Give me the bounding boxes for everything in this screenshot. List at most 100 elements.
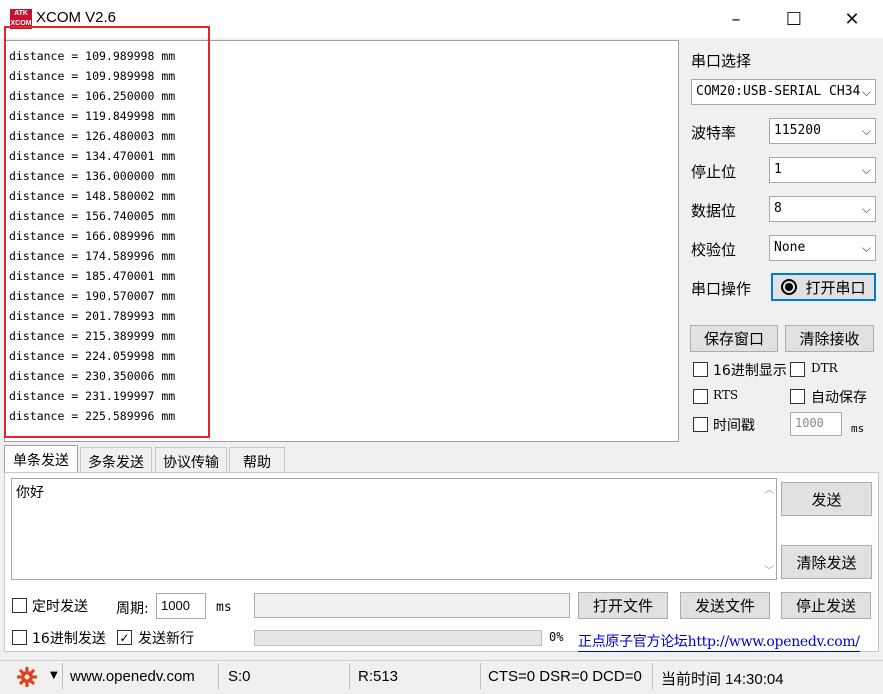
receive-line: distance = 174.589996 mm (9, 249, 176, 263)
baud-label: 波特率 (691, 124, 737, 142)
receive-line: distance = 106.250000 mm (9, 89, 176, 103)
status-divider (62, 663, 63, 689)
chevron-down-icon: ⌵ (861, 85, 871, 99)
send-progress-bar (254, 630, 542, 646)
clear-send-button[interactable]: 清除发送 (781, 545, 872, 579)
receive-area[interactable]: distance = 109.989998 mm distance = 109.9… (4, 40, 679, 442)
stop-send-button[interactable]: 停止发送 (781, 592, 871, 619)
auto-save-checkbox[interactable] (790, 389, 805, 404)
file-path-field[interactable] (254, 593, 570, 618)
maximize-button[interactable]: ☐ (765, 0, 823, 38)
baud-value: 115200 (774, 123, 821, 138)
status-sent: S:0 (228, 668, 251, 685)
status-divider (480, 663, 481, 689)
timestamp-ms-input[interactable]: 1000 (790, 412, 842, 436)
dropdown-arrow-icon[interactable]: ▼ (50, 670, 58, 681)
timestamp-ms-unit: ms (851, 422, 865, 435)
rts-checkbox[interactable] (693, 389, 708, 404)
app-logo-icon: ATK XCOM (10, 9, 32, 29)
stopbits-value: 1 (774, 162, 782, 177)
receive-line: distance = 109.989998 mm (9, 69, 176, 83)
receive-line: distance = 230.350006 mm (9, 369, 176, 383)
stopbits-label: 停止位 (691, 163, 737, 181)
receive-line: distance = 185.470001 mm (9, 269, 176, 283)
minimize-button[interactable]: – (707, 0, 765, 38)
status-divider (218, 663, 219, 689)
hex-display-label: 16进制显示 (713, 363, 787, 379)
receive-line: distance = 136.000000 mm (9, 169, 176, 183)
send-file-button[interactable]: 发送文件 (680, 592, 770, 619)
status-received: R:513 (358, 668, 399, 685)
open-file-button[interactable]: 打开文件 (578, 592, 668, 619)
send-input[interactable]: 你好 ︿ ﹀ (11, 478, 777, 580)
scroll-down-icon[interactable]: ﹀ (764, 562, 774, 577)
period-unit: ms (216, 600, 232, 615)
hex-send-checkbox[interactable] (12, 630, 27, 645)
port-op-label: 串口操作 (691, 280, 752, 298)
receive-line: distance = 126.480003 mm (9, 129, 176, 143)
receive-line: distance = 201.789993 mm (9, 309, 176, 323)
chevron-down-icon: ⌵ (861, 124, 871, 138)
receive-line: distance = 166.089996 mm (9, 229, 176, 243)
receive-line: distance = 224.059998 mm (9, 349, 176, 363)
hex-display-checkbox[interactable] (693, 362, 708, 377)
parity-value: None (774, 240, 806, 255)
dtr-checkbox[interactable] (790, 362, 805, 377)
status-url[interactable]: www.openedv.com (70, 668, 195, 685)
progress-percent: 0% (549, 630, 564, 644)
port-select[interactable]: COM20:USB-SERIAL CH34 ⌵ (691, 79, 876, 105)
status-divider (349, 663, 350, 689)
checkmark-icon: ✓ (119, 630, 130, 645)
timestamp-checkbox[interactable] (693, 417, 708, 432)
dtr-label: DTR (811, 361, 838, 375)
status-time: 当前时间 14:30:04 (661, 671, 784, 688)
timed-send-checkbox[interactable] (12, 598, 27, 613)
open-port-button[interactable]: 打开串口 (771, 273, 876, 301)
status-signals: CTS=0 DSR=0 DCD=0 (488, 668, 642, 685)
tab-single-send[interactable]: 单条发送 (4, 445, 78, 473)
scroll-up-icon[interactable]: ︿ (764, 481, 774, 496)
databits-value: 8 (774, 201, 782, 216)
forum-link[interactable]: 正点原子官方论坛http://www.openedv.com/ (578, 631, 860, 652)
send-newline-label: 发送新行 (138, 631, 194, 647)
receive-line: distance = 156.740005 mm (9, 209, 176, 223)
port-select-value: COM20:USB-SERIAL CH34 (696, 84, 861, 99)
record-icon (781, 279, 798, 295)
save-window-button[interactable]: 保存窗口 (690, 325, 778, 352)
receive-text: distance = 109.989998 mm distance = 109.9… (9, 46, 175, 426)
parity-label: 校验位 (691, 241, 737, 259)
hex-send-label: 16进制发送 (32, 631, 106, 647)
tab-protocol[interactable]: 协议传输 (155, 447, 227, 473)
send-newline-checkbox[interactable]: ✓ (117, 630, 132, 645)
baud-select[interactable]: 115200 ⌵ (769, 118, 876, 144)
rts-label: RTS (713, 388, 739, 402)
clear-receive-button[interactable]: 清除接收 (785, 325, 874, 352)
chevron-down-icon: ⌵ (861, 163, 871, 177)
timestamp-label: 时间戳 (713, 418, 755, 434)
databits-label: 数据位 (691, 202, 737, 220)
receive-line: distance = 119.849998 mm (9, 109, 176, 123)
auto-save-label: 自动保存 (811, 390, 867, 406)
xcom-window: ATK XCOM XCOM V2.6 – ☐ ✕ distance = 109.9… (0, 0, 883, 694)
receive-line: distance = 134.470001 mm (9, 149, 176, 163)
databits-select[interactable]: 8 ⌵ (769, 196, 876, 222)
chevron-down-icon: ⌵ (861, 202, 871, 216)
receive-line: distance = 190.570007 mm (9, 289, 176, 303)
period-input[interactable]: 1000 (156, 593, 206, 619)
tab-multi-send[interactable]: 多条发送 (80, 447, 152, 473)
close-button[interactable]: ✕ (823, 0, 881, 38)
port-select-label: 串口选择 (691, 52, 752, 70)
parity-select[interactable]: None ⌵ (769, 235, 876, 261)
open-port-label: 打开串口 (805, 278, 866, 297)
send-button[interactable]: 发送 (781, 482, 872, 516)
receive-line: distance = 225.589996 mm (9, 409, 176, 423)
window-title: XCOM V2.6 (36, 9, 117, 26)
receive-line: distance = 148.580002 mm (9, 189, 176, 203)
gear-icon[interactable] (16, 666, 38, 688)
period-label: 周期: (116, 601, 149, 617)
receive-line: distance = 231.199997 mm (9, 389, 176, 403)
status-divider (652, 663, 653, 689)
stopbits-select[interactable]: 1 ⌵ (769, 157, 876, 183)
tab-help[interactable]: 帮助 (229, 447, 285, 473)
receive-line: distance = 215.389999 mm (9, 329, 176, 343)
